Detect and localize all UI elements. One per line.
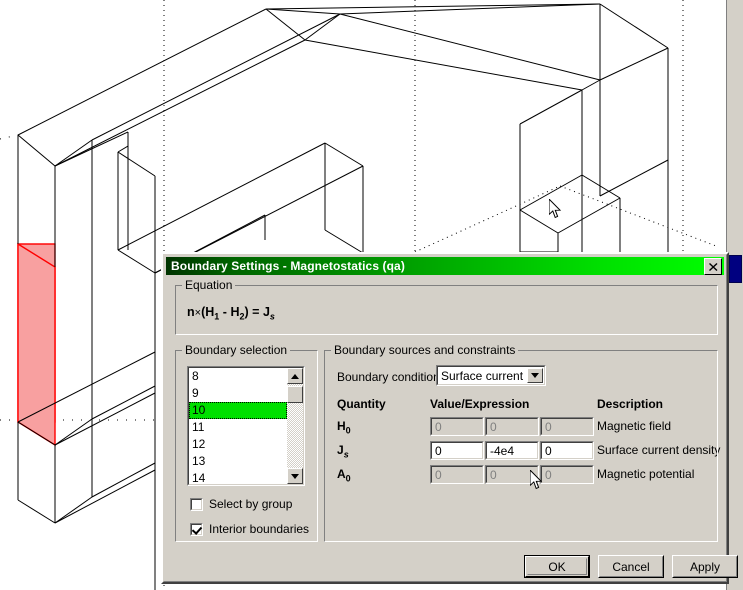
selected-boundary-face-2: [17, 242, 56, 447]
list-item-label: 10: [192, 403, 206, 417]
h0-field-y[interactable]: 0: [485, 417, 539, 436]
js-value-x: 0: [435, 443, 442, 458]
h0-field-x[interactable]: 0: [430, 417, 484, 436]
quantity-symbol-js: Js: [337, 443, 349, 460]
chevron-down-icon[interactable]: [527, 368, 543, 383]
boundary-settings-dialog: Boundary Settings - Magnetostatics (qa) …: [161, 252, 738, 584]
list-item-label: 14: [192, 471, 206, 484]
list-item[interactable]: 12: [189, 436, 287, 453]
h0-field-z[interactable]: 0: [540, 417, 594, 436]
list-scrollbar-thumb[interactable]: [287, 386, 303, 403]
equation-group-label: Equation: [182, 279, 236, 291]
list-item-label: 12: [192, 437, 206, 451]
h0-value-z: 0: [545, 419, 552, 434]
a0-value-x: 0: [435, 467, 442, 482]
h0-value-x: 0: [435, 419, 442, 434]
js-field-x[interactable]: 0: [430, 441, 484, 460]
boundary-condition-select[interactable]: Surface current: [436, 365, 546, 386]
scrollbar-thumb[interactable]: [729, 255, 742, 283]
apply-button[interactable]: Apply: [672, 555, 738, 578]
quantity-symbol-h0: H0: [337, 419, 351, 436]
a0-field-z[interactable]: 0: [540, 465, 594, 484]
list-item[interactable]: 9: [189, 385, 287, 402]
a0-field-x[interactable]: 0: [430, 465, 484, 484]
boundary-condition-value: Surface current: [441, 368, 524, 383]
js-value-y: -4e4: [490, 443, 515, 458]
list-scrollbar[interactable]: [287, 368, 303, 484]
apply-button-label: Apply: [689, 559, 721, 574]
dialog-titlebar[interactable]: Boundary Settings - Magnetostatics (qa): [166, 257, 724, 275]
description-h0: Magnetic field: [597, 419, 672, 433]
select-by-group-checkbox[interactable]: Select by group: [190, 497, 292, 511]
js-value-z: 0: [545, 443, 552, 458]
list-item[interactable]: 11: [189, 419, 287, 436]
a0-field-y[interactable]: 0: [485, 465, 539, 484]
list-item[interactable]: 14: [189, 470, 287, 484]
js-field-z[interactable]: 0: [540, 441, 594, 460]
scroll-down-icon[interactable]: [287, 468, 303, 484]
interior-boundaries-checkbox[interactable]: Interior boundaries: [190, 522, 309, 536]
list-item-label: 9: [192, 386, 199, 400]
dialog-title: Boundary Settings - Magnetostatics (qa): [171, 259, 405, 273]
header-value-expression: Value/Expression: [430, 397, 530, 411]
cancel-button-label: Cancel: [612, 559, 650, 574]
boundary-condition-label: Boundary condition:: [337, 370, 444, 384]
list-item[interactable]: 13: [189, 453, 287, 470]
list-item-selected[interactable]: 10: [189, 402, 287, 419]
close-icon[interactable]: [704, 258, 722, 275]
description-a0: Magnetic potential: [597, 467, 695, 481]
list-item-label: 8: [192, 369, 199, 383]
a0-value-z: 0: [545, 467, 552, 482]
boundary-list[interactable]: 8 9 10 11 12 13 14: [187, 366, 305, 486]
list-item[interactable]: 8: [189, 368, 287, 385]
close-x-glyph: [708, 262, 717, 271]
scroll-up-icon[interactable]: [287, 368, 303, 384]
equation-group: Equation n×(H1 - H2) = Js: [175, 279, 718, 335]
a0-value-y: 0: [490, 467, 497, 482]
js-field-y[interactable]: -4e4: [485, 441, 539, 460]
boundary-sources-group: Boundary sources and constraints Boundar…: [324, 344, 721, 542]
boundary-selection-group: Boundary selection 8 9 10 11 12 13 14 Se…: [175, 344, 318, 542]
ok-button[interactable]: OK: [524, 555, 590, 578]
cancel-button[interactable]: Cancel: [598, 555, 664, 578]
boundary-selection-group-label: Boundary selection: [182, 344, 291, 356]
quantity-symbol-a0: A0: [337, 467, 351, 484]
header-description: Description: [597, 397, 664, 411]
checkbox-box[interactable]: [190, 497, 203, 511]
header-quantity: Quantity: [337, 397, 386, 411]
list-item-label: 13: [192, 454, 206, 468]
description-js: Surface current density: [597, 443, 721, 457]
interior-boundaries-label: Interior boundaries: [209, 522, 310, 536]
list-item-label: 11: [192, 420, 205, 434]
checkbox-box-checked[interactable]: [190, 522, 203, 536]
equation-text: n×(H1 - H2) = Js: [187, 305, 275, 322]
boundary-sources-group-label: Boundary sources and constraints: [331, 344, 519, 356]
ok-button-label: OK: [548, 559, 566, 574]
select-by-group-label: Select by group: [209, 497, 293, 511]
application-window: Boundary Settings - Magnetostatics (qa) …: [0, 0, 743, 590]
core-wireframe-detail: [127, 132, 266, 250]
h0-value-y: 0: [490, 419, 497, 434]
